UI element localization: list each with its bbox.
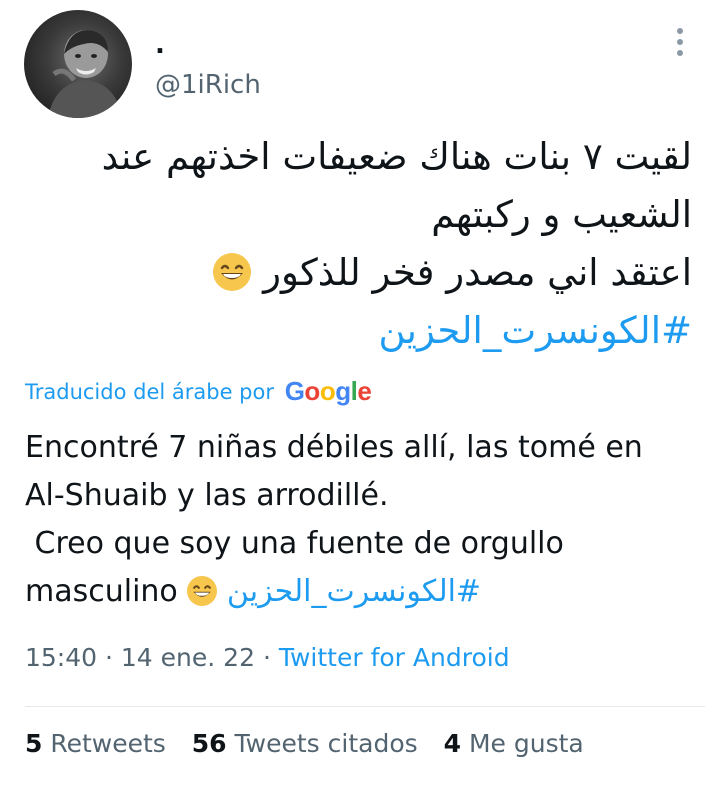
avatar[interactable] bbox=[24, 10, 132, 118]
translated-text-fragment: masculino bbox=[25, 574, 178, 609]
quote-tweets-stat[interactable]: 56 Tweets citados bbox=[192, 729, 418, 758]
translation-attribution-label: Traducido del árabe por bbox=[25, 380, 274, 404]
more-dots-icon bbox=[677, 28, 683, 34]
google-logo-letter: G bbox=[284, 376, 305, 406]
tweet-text-line: الشعيب و ركبتهم bbox=[431, 193, 692, 236]
tweet-stats: 5 Retweets 56 Tweets citados 4 Me gusta bbox=[25, 726, 602, 762]
google-logo-letter: g bbox=[335, 376, 351, 406]
translation-attribution[interactable]: Traducido del árabe por Google bbox=[25, 376, 372, 407]
divider bbox=[25, 706, 705, 707]
tweet-text-line: لقيت ٧ بنات هناك ضعيفات اخذتهم عند bbox=[101, 135, 692, 178]
user-handle[interactable]: @1iRich bbox=[155, 70, 261, 100]
hashtag-link[interactable]: #الكونسرت_الحزين bbox=[20, 302, 692, 360]
google-logo-letter: e bbox=[357, 376, 372, 406]
meta-separator: · bbox=[105, 643, 113, 672]
google-logo-letter: o bbox=[319, 376, 336, 406]
translated-text-line: Creo que soy una fuente de orgullo bbox=[25, 526, 564, 561]
tweet-source-link[interactable]: Twitter for Android bbox=[279, 643, 510, 672]
tweet-time[interactable]: 15:40 bbox=[25, 643, 97, 672]
retweets-stat[interactable]: 5 Retweets bbox=[25, 729, 166, 758]
retweets-count: 5 bbox=[25, 729, 43, 758]
more-dots-icon-bottom bbox=[677, 50, 683, 56]
tweet-metadata: 15:40 · 14 ene. 22 · Twitter for Android bbox=[25, 640, 510, 676]
tweet-header: . @1iRich bbox=[0, 0, 720, 120]
avatar-figure-icon bbox=[48, 30, 122, 118]
translated-text-line: Encontré 7 niñas débiles allí, las tomé … bbox=[25, 430, 643, 465]
likes-stat[interactable]: 4 Me gusta bbox=[444, 729, 584, 758]
grinning-smiling-eyes-emoji-icon bbox=[213, 253, 252, 291]
translated-text: Encontré 7 niñas débiles allí, las tomé … bbox=[25, 424, 705, 616]
display-name[interactable]: . bbox=[155, 30, 165, 60]
tweet-text-line-with-emoji: اعتقد اني مصدر فخر للذكور bbox=[20, 244, 692, 302]
translated-hashtag-link[interactable]: الكونسرت_الحزين# bbox=[227, 574, 481, 609]
translated-text-line-with-emoji: masculino الكونسرت_الحزين# bbox=[25, 568, 705, 616]
grinning-smiling-eyes-emoji-icon bbox=[187, 576, 218, 606]
more-dots-icon-mid bbox=[677, 39, 683, 45]
google-logo: Google bbox=[285, 376, 372, 406]
tweet-text-arabic: لقيت ٧ بنات هناك ضعيفات اخذتهم عند الشعي… bbox=[20, 128, 692, 360]
likes-count: 4 bbox=[443, 729, 462, 758]
quote-tweets-label: Tweets citados bbox=[234, 729, 418, 758]
translated-text-line: Al-Shuaib y las arrodillé. bbox=[25, 478, 389, 513]
tweet-text-line: اعتقد اني مصدر فخر للذكور bbox=[263, 251, 692, 294]
likes-label: Me gusta bbox=[468, 729, 584, 758]
tweet-date[interactable]: 14 ene. 22 bbox=[121, 643, 255, 672]
google-logo-letter: o bbox=[304, 376, 320, 406]
more-options-button[interactable] bbox=[665, 22, 695, 62]
retweets-label: Retweets bbox=[50, 729, 166, 758]
meta-separator: · bbox=[262, 643, 271, 672]
quote-tweets-count: 56 bbox=[191, 729, 227, 758]
